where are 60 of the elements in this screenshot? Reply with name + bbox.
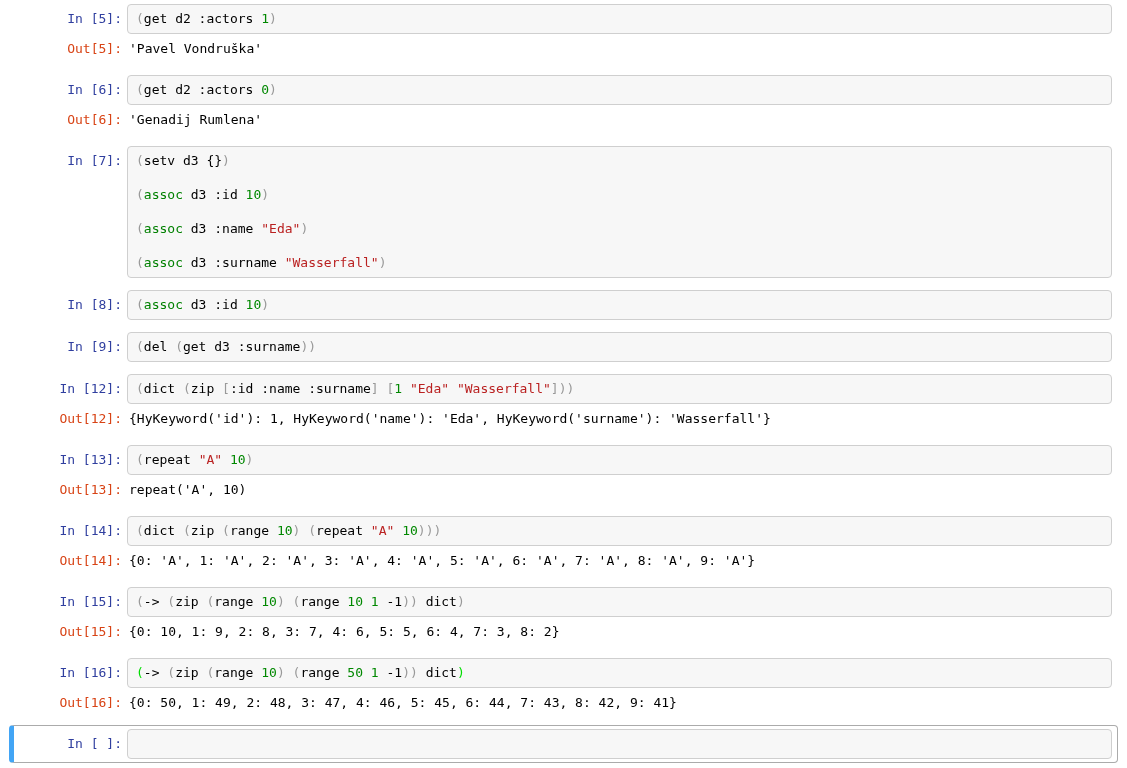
input-prompt: In [9]: [66,338,123,356]
output-text: repeat('A', 10) [128,481,247,499]
input-prompt: In [ ]: [66,735,123,753]
output-text: {0: 10, 1: 9, 2: 8, 3: 7, 4: 6, 5: 5, 6: 4, 7: 3, 8: 2} [128,623,560,641]
code-line: (dict (zip (range 10) (repeat "A" 10))) [136,522,442,540]
notebook-cell[interactable]: In [7]: (setv d3 {}) (assoc d3 :id 10) (assoc d3 :name "Eda") (assoc d3 :surname "Wasserfall") [9,142,1118,282]
code-line: (get d2 :actors 0) [136,81,277,99]
code-editor[interactable]: (get d2 :actors 1) [127,4,1112,34]
selected-cell[interactable]: In [ ]: [9,725,1118,763]
notebook-cell[interactable]: In [15]: (-> (zip (range 10) (range 10 1 -1)) dict) Out[15]: {0: 10, 1: 9, 2: 8, 3: 7, 4: 6, 5: 5, 6: 4, 7: 3, 8: 2} [9,583,1118,650]
code-line: (assoc d3 :id 10) [136,186,270,204]
input-prompt: In [15]: [58,593,123,611]
output-prompt: Out[5]: [66,40,123,58]
output-text: {0: 50, 1: 49, 2: 48, 3: 47, 4: 46, 5: 45, 6: 44, 7: 43, 8: 42, 9: 41} [128,694,677,712]
code-editor[interactable]: (dict (zip [:id :name :surname] [1 "Eda" "Wasserfall"])) [127,374,1112,404]
notebook-cell[interactable]: In [16]: (-> (zip (range 10) (range 50 1 -1)) dict) Out[16]: {0: 50, 1: 49, 2: 48, 3: 47, 4: 46, 5: 45, 6: 44, 7: 43, 8: 42, 9: 41} [9,654,1118,721]
output-text: {HyKeyword('id'): 1, HyKeyword('name'): 'Eda', HyKeyword('surname'): 'Wasserfall'} [128,410,771,428]
code-editor[interactable]: (get d2 :actors 0) [127,75,1112,105]
output-prompt: Out[12]: [58,410,123,428]
output-prompt: Out[16]: [58,694,123,712]
code-line: (-> (zip (range 10) (range 10 1 -1)) dict) [136,593,465,611]
code-line: (assoc d3 :surname "Wasserfall") [136,254,387,272]
code-line: (del (get d3 :surname)) [136,338,317,356]
output-text: 'Genadij Rumlena' [128,111,263,129]
notebook-cell[interactable]: In [6]: (get d2 :actors 0) Out[6]: 'Genadij Rumlena' [9,71,1118,138]
input-prompt: In [13]: [58,451,123,469]
input-prompt: In [6]: [66,81,123,99]
code-line: (assoc d3 :id 10) [136,296,270,314]
output-prompt: Out[14]: [58,552,123,570]
code-editor[interactable]: (-> (zip (range 10) (range 10 1 -1)) dict) [127,587,1112,617]
output-text: {0: 'A', 1: 'A', 2: 'A', 3: 'A', 4: 'A', 5: 'A', 6: 'A', 7: 'A', 8: 'A', 9: 'A'} [128,552,756,570]
notebook-cell[interactable]: In [12]: (dict (zip [:id :name :surname] [1 "Eda" "Wasserfall"])) Out[12]: {HyKeyword('id'): 1, HyKeyword('name'): 'Eda', HyKeyword('surname'): 'Wasserfall'} [9,370,1118,437]
code-editor[interactable]: (repeat "A" 10) [127,445,1112,475]
input-prompt: In [5]: [66,10,123,28]
output-prompt: Out[13]: [58,481,123,499]
code-line: (repeat "A" 10) [136,451,254,469]
notebook-cell[interactable]: In [5]: (get d2 :actors 1) Out[5]: 'Pavel Vondruška' [9,0,1118,67]
code-editor[interactable]: (assoc d3 :id 10) [127,290,1112,320]
code-line: (assoc d3 :name "Eda") [136,220,309,238]
input-prompt: In [12]: [58,380,123,398]
notebook-cell[interactable]: In [13]: (repeat "A" 10) Out[13]: repeat('A', 10) [9,441,1118,508]
notebook-cell[interactable]: In [8]: (assoc d3 :id 10) [9,286,1118,324]
code-editor[interactable] [127,729,1112,759]
output-text: 'Pavel Vondruška' [128,40,263,58]
output-prompt: Out[15]: [58,623,123,641]
code-line: (get d2 :actors 1) [136,10,277,28]
code-editor[interactable]: (-> (zip (range 10) (range 50 1 -1)) dict) [127,658,1112,688]
input-prompt: In [7]: [66,152,123,170]
code-editor[interactable]: (setv d3 {}) (assoc d3 :id 10) (assoc d3 :name "Eda") (assoc d3 :surname "Wasserfall") [127,146,1112,278]
code-editor[interactable]: (dict (zip (range 10) (repeat "A" 10))) [127,516,1112,546]
code-line: (setv d3 {}) [136,152,230,170]
input-prompt: In [16]: [58,664,123,682]
code-line: (-> (zip (range 10) (range 50 1 -1)) dict) [136,664,465,682]
code-line: (dict (zip [:id :name :surname] [1 "Eda" "Wasserfall"])) [136,380,575,398]
input-prompt: In [14]: [58,522,123,540]
code-editor[interactable]: (del (get d3 :surname)) [127,332,1112,362]
output-prompt: Out[6]: [66,111,123,129]
notebook-cell[interactable]: In [9]: (del (get d3 :surname)) [9,328,1118,366]
input-prompt: In [8]: [66,296,123,314]
notebook-cell[interactable]: In [14]: (dict (zip (range 10) (repeat "A" 10))) Out[14]: {0: 'A', 1: 'A', 2: 'A', 3: 'A', 4: 'A', 5: 'A', 6: 'A', 7: 'A', 8: 'A', 9: 'A'} [9,512,1118,579]
